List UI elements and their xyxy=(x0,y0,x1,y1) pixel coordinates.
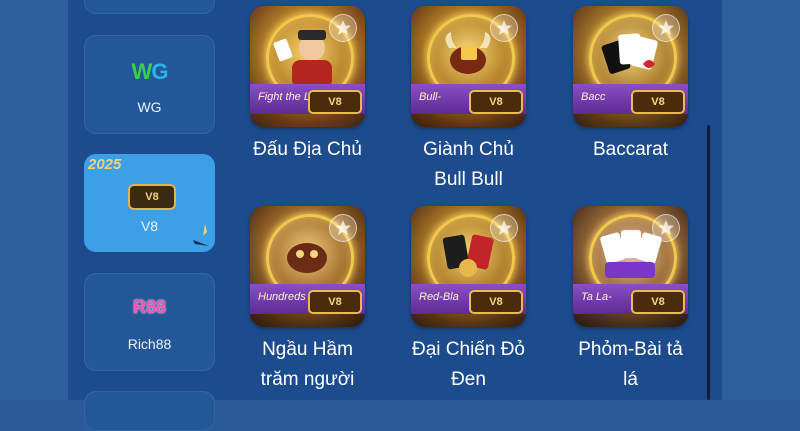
rich88-logo: R88 xyxy=(132,297,167,317)
v8-badge: V8 xyxy=(631,90,685,114)
favorite-star-icon[interactable] xyxy=(329,214,357,242)
game-card-ngau-ham[interactable]: Hundreds of B V8 Ngầu Hầm trăm người xyxy=(250,206,365,395)
game-thumbnail[interactable]: Red-Bla V8 xyxy=(411,206,526,327)
game-title: Ngầu Hầm trăm người xyxy=(260,339,355,390)
provider-label-wg: WG xyxy=(137,99,162,115)
v8-logo: V8 xyxy=(128,184,176,210)
provider-card-partial[interactable] xyxy=(84,0,215,14)
favorite-star-icon[interactable] xyxy=(652,214,680,242)
v8-badge: V8 xyxy=(469,290,523,314)
game-band-text: Ta La- xyxy=(581,291,612,303)
provider-card-rich88[interactable]: R88 Rich88 xyxy=(84,273,215,371)
favorite-star-icon[interactable] xyxy=(329,14,357,42)
game-card-dai-chien-do-den[interactable]: Red-Bla V8 Đại Chiến Đỏ Đen xyxy=(411,206,526,395)
scrollbar[interactable] xyxy=(707,125,710,400)
game-band-text: Red-Bla xyxy=(419,291,459,303)
provider-label-rich88: Rich88 xyxy=(127,336,172,352)
v8-badge: V8 xyxy=(469,90,523,114)
v8-year-badge: 2025 xyxy=(88,156,122,173)
favorite-star-icon[interactable] xyxy=(652,14,680,42)
v8-badge: V8 xyxy=(308,90,362,114)
wg-logo: WG xyxy=(131,59,169,84)
provider-card-wg[interactable]: WG WG xyxy=(84,35,215,134)
game-thumbnail[interactable]: Bull- V8 xyxy=(411,6,526,127)
game-thumbnail[interactable]: Fight the Lan V8 xyxy=(250,6,365,127)
game-card-baccarat[interactable]: Bacc V8 Baccarat xyxy=(573,6,688,165)
favorite-star-icon[interactable] xyxy=(490,214,518,242)
game-thumbnail[interactable]: Ta La- V8 xyxy=(573,206,688,327)
v8-badge: V8 xyxy=(308,290,362,314)
game-title: Baccarat xyxy=(593,139,668,160)
v8-badge: V8 xyxy=(631,290,685,314)
game-thumbnail[interactable]: Bacc V8 xyxy=(573,6,688,127)
provider-card-v8[interactable]: 2025 V8 V8 xyxy=(84,154,215,252)
game-thumbnail[interactable]: Hundreds of B V8 xyxy=(250,206,365,327)
game-card-bull-bull[interactable]: Bull- V8 Giành Chủ Bull Bull xyxy=(411,6,526,195)
game-band-text: Bacc xyxy=(581,91,606,103)
favorite-star-icon[interactable] xyxy=(490,14,518,42)
provider-card-partial-bottom[interactable] xyxy=(84,391,215,431)
game-card-phom[interactable]: Ta La- V8 Phỏm-Bài tả lá xyxy=(573,206,688,395)
outer-left-background xyxy=(0,0,68,400)
game-band-text: Bull- xyxy=(419,91,442,103)
game-title: Phỏm-Bài tả lá xyxy=(578,339,683,390)
outer-right-background xyxy=(722,0,800,400)
game-title: Đại Chiến Đỏ Đen xyxy=(412,339,525,390)
game-title: Đấu Địa Chủ xyxy=(253,139,362,160)
provider-label-v8: V8 xyxy=(140,218,159,234)
game-card-dau-dia-chu[interactable]: Fight the Lan V8 Đấu Địa Chủ xyxy=(250,6,365,165)
game-title: Giành Chủ Bull Bull xyxy=(423,139,514,190)
